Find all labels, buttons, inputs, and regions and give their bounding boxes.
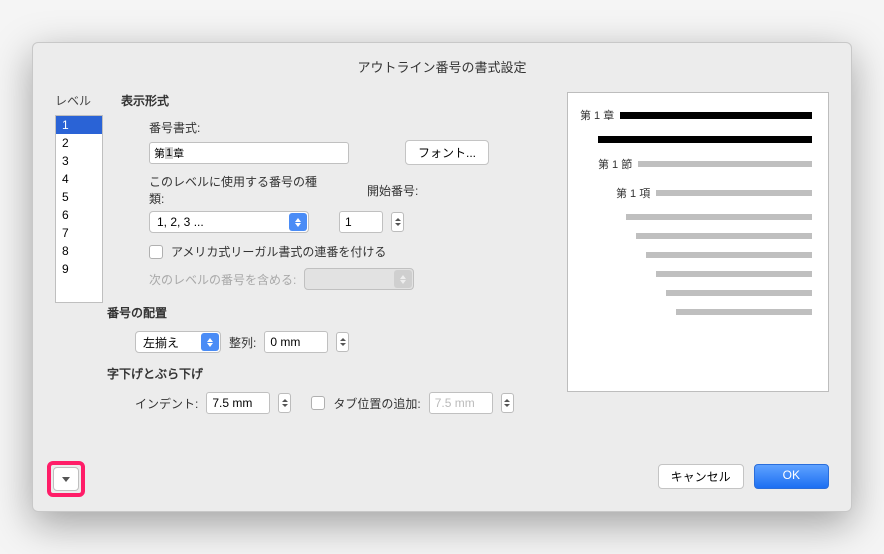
legal-checkbox[interactable] xyxy=(149,245,163,259)
start-at-label: 開始番号: xyxy=(367,182,418,199)
level-item[interactable]: 7 xyxy=(56,224,102,242)
preview-row: 第 1 章 xyxy=(580,107,812,123)
level-item[interactable]: 2 xyxy=(56,134,102,152)
number-format-placeholder: 1 xyxy=(165,147,173,159)
preview-row: 第 1 節 xyxy=(598,156,812,172)
chevron-updown-icon xyxy=(201,333,219,351)
preview-row xyxy=(656,271,812,277)
preview-row-label: 第 1 項 xyxy=(616,185,650,201)
dialog-window: アウトライン番号の書式設定 レベル 123456789 表示形式 番号書式: 第… xyxy=(32,42,852,512)
include-prev-row: 次のレベルの番号を含める: xyxy=(149,268,549,290)
level-item[interactable]: 4 xyxy=(56,170,102,188)
indent-input[interactable] xyxy=(206,392,270,414)
alignment-value: 左揃え xyxy=(143,334,179,351)
number-format-label: 番号書式: xyxy=(149,119,200,136)
level-item[interactable]: 6 xyxy=(56,206,102,224)
preview-line xyxy=(626,214,812,220)
number-format-input[interactable]: 第1章 xyxy=(149,142,349,164)
format-section-title: 表示形式 xyxy=(121,92,549,109)
type-start-row: 1, 2, 3 ... xyxy=(149,211,549,233)
number-type-value: 1, 2, 3 ... xyxy=(157,215,204,229)
alignment-section-title: 番号の配置 xyxy=(107,304,549,321)
preview-row xyxy=(636,233,812,239)
lower-sections: 番号の配置 左揃え 整列: 字下げとぶら下げ インデント: xyxy=(121,304,549,414)
expand-button[interactable] xyxy=(53,467,79,491)
footer-buttons: キャンセル OK xyxy=(658,464,829,489)
ok-button[interactable]: OK xyxy=(754,464,829,489)
level-label: レベル xyxy=(55,92,103,109)
include-prev-select xyxy=(304,268,414,290)
start-at-stepper[interactable] xyxy=(391,212,404,232)
align-at-input[interactable] xyxy=(264,331,328,353)
preview-pane: 第 1 章第 1 節第 1 項 xyxy=(567,92,829,392)
level-item[interactable]: 1 xyxy=(56,116,102,134)
preview-row-label: 第 1 章 xyxy=(580,107,614,123)
tab-stepper xyxy=(501,393,514,413)
level-column: レベル 123456789 xyxy=(55,92,103,422)
number-format-prefix: 第 xyxy=(154,145,165,161)
dialog-title: アウトライン番号の書式設定 xyxy=(55,57,829,76)
preview-line xyxy=(638,161,812,167)
indent-stepper[interactable] xyxy=(278,393,291,413)
level-item[interactable]: 3 xyxy=(56,152,102,170)
number-format-row: 第1章 フォント... xyxy=(149,140,549,165)
align-at-label: 整列: xyxy=(229,334,256,351)
tab-label: タブ位置の追加: xyxy=(333,395,420,412)
indent-row: インデント: タブ位置の追加: xyxy=(135,392,549,414)
cancel-button[interactable]: キャンセル xyxy=(658,464,744,489)
preview-row xyxy=(666,290,812,296)
expand-wrap xyxy=(53,467,79,491)
alignment-select[interactable]: 左揃え xyxy=(135,331,221,353)
number-type-label: このレベルに使用する番号の種類: xyxy=(149,173,329,207)
legal-checkbox-row: アメリカ式リーガル書式の連番を付ける xyxy=(149,243,549,260)
preview-line xyxy=(620,112,812,119)
preview-row: 第 1 項 xyxy=(616,185,812,201)
preview-line xyxy=(656,271,812,277)
chevron-updown-icon xyxy=(394,270,412,288)
alignment-row: 左揃え 整列: xyxy=(135,331,549,353)
number-format-label-row: 番号書式: xyxy=(149,119,549,136)
preview-row xyxy=(598,136,812,143)
tab-input xyxy=(429,392,493,414)
font-button[interactable]: フォント... xyxy=(405,140,489,165)
preview-row-label: 第 1 節 xyxy=(598,156,632,172)
number-type-select[interactable]: 1, 2, 3 ... xyxy=(149,211,309,233)
number-format-suffix: 章 xyxy=(173,145,184,161)
preview-row xyxy=(646,252,812,258)
preview-row xyxy=(676,309,812,315)
type-start-labels-row: このレベルに使用する番号の種類: 開始番号: xyxy=(149,173,549,207)
preview-line xyxy=(598,136,812,143)
tab-checkbox[interactable] xyxy=(311,396,325,410)
level-list[interactable]: 123456789 xyxy=(55,115,103,303)
preview-line xyxy=(666,290,812,296)
preview-line xyxy=(646,252,812,258)
indent-label: インデント: xyxy=(135,395,198,412)
align-at-stepper[interactable] xyxy=(336,332,349,352)
indent-section-title: 字下げとぶら下げ xyxy=(107,365,549,382)
include-prev-label: 次のレベルの番号を含める: xyxy=(149,271,296,288)
chevron-updown-icon xyxy=(289,213,307,231)
preview-line xyxy=(636,233,812,239)
content-area: レベル 123456789 表示形式 番号書式: 第1章 フォント... このレ… xyxy=(55,92,829,422)
level-item[interactable]: 8 xyxy=(56,242,102,260)
level-item[interactable]: 9 xyxy=(56,260,102,278)
main-column: 表示形式 番号書式: 第1章 フォント... このレベルに使用する番号の種類: … xyxy=(121,92,549,422)
preview-line xyxy=(656,190,812,196)
preview-row xyxy=(626,214,812,220)
preview-line xyxy=(676,309,812,315)
level-item[interactable]: 5 xyxy=(56,188,102,206)
legal-checkbox-label: アメリカ式リーガル書式の連番を付ける xyxy=(171,243,386,260)
start-at-input[interactable] xyxy=(339,211,383,233)
